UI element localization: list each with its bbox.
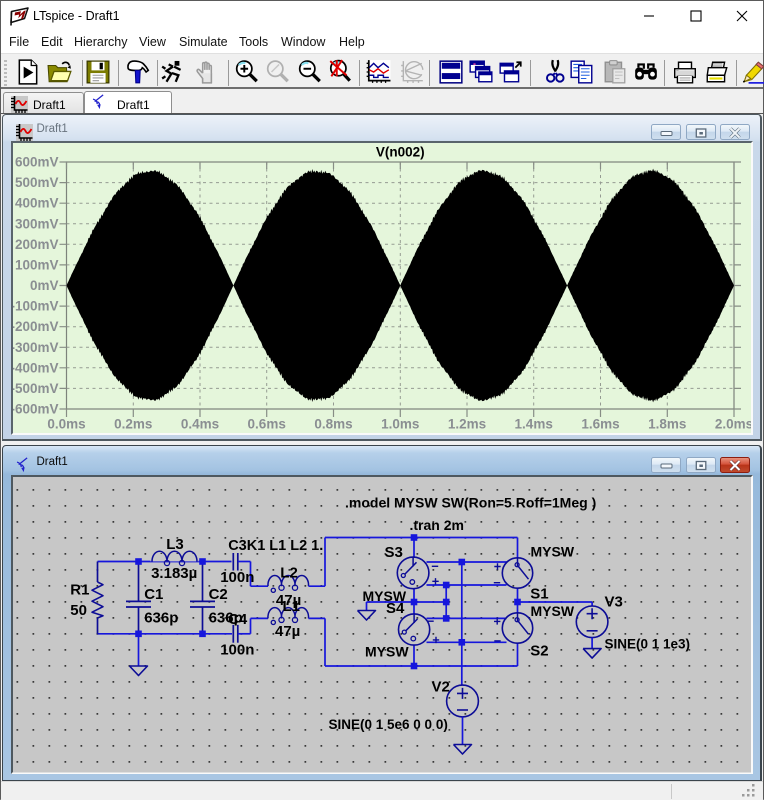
svg-text:0.0ms: 0.0ms	[47, 417, 85, 432]
svg-text:C1: C1	[144, 586, 163, 603]
svg-text:0mV: 0mV	[29, 278, 58, 293]
svg-text:MYSW: MYSW	[530, 544, 574, 560]
svg-text:-100mV: -100mV	[13, 299, 59, 314]
svg-text:1.4ms: 1.4ms	[514, 417, 552, 432]
svg-text:L2: L2	[280, 564, 298, 581]
svg-text:100mV: 100mV	[14, 258, 58, 273]
svg-text:S3: S3	[384, 544, 402, 561]
svg-text:V(n002): V(n002)	[375, 145, 424, 160]
svg-text:S1: S1	[530, 586, 548, 603]
svg-text:L1: L1	[282, 598, 300, 615]
svg-text:100n: 100n	[220, 642, 254, 659]
svg-text:C2: C2	[208, 586, 227, 603]
svg-text:0.6ms: 0.6ms	[247, 417, 285, 432]
svg-text:V3: V3	[604, 594, 622, 611]
svg-text:V2: V2	[431, 678, 449, 695]
svg-text:-200mV: -200mV	[13, 319, 59, 334]
svg-text:C4: C4	[228, 611, 248, 628]
svg-text:.model MYSW SW(Ron=5 Roff=1Meg: .model MYSW SW(Ron=5 Roff=1Meg )	[345, 494, 596, 510]
svg-text:1.2ms: 1.2ms	[447, 417, 485, 432]
svg-text:400mV: 400mV	[14, 196, 58, 211]
svg-text:50: 50	[70, 602, 87, 619]
svg-text:L3: L3	[166, 536, 184, 553]
svg-text:1.6ms: 1.6ms	[581, 417, 619, 432]
svg-text:100n: 100n	[220, 569, 254, 586]
svg-text:-300mV: -300mV	[13, 340, 59, 355]
svg-text:S4: S4	[386, 600, 405, 617]
svg-text:47µ: 47µ	[275, 623, 300, 640]
svg-text:C3K1 L1 L2 1.: C3K1 L1 L2 1.	[228, 538, 323, 554]
svg-text:SINE(0 1 1e3): SINE(0 1 1e3)	[604, 637, 690, 652]
svg-text:600mV: 600mV	[14, 155, 58, 170]
svg-text:200mV: 200mV	[14, 237, 58, 252]
svg-text:.tran 2m: .tran 2m	[409, 517, 463, 533]
svg-text:SINE(0 1 5e6 0 0 0): SINE(0 1 5e6 0 0 0)	[328, 717, 447, 732]
svg-text:1.8ms: 1.8ms	[648, 417, 686, 432]
svg-text:1.0ms: 1.0ms	[381, 417, 419, 432]
svg-text:300mV: 300mV	[14, 217, 58, 232]
svg-text:-400mV: -400mV	[13, 361, 59, 376]
svg-text:MYSW: MYSW	[530, 603, 574, 619]
svg-text:500mV: 500mV	[14, 175, 58, 190]
svg-text:S2: S2	[530, 642, 548, 659]
svg-text:3.183µ: 3.183µ	[151, 565, 197, 582]
svg-text:0.8ms: 0.8ms	[314, 417, 352, 432]
svg-text:2.0ms: 2.0ms	[714, 417, 750, 432]
svg-text:636p: 636p	[144, 610, 178, 627]
svg-text:MYSW: MYSW	[365, 644, 409, 660]
svg-text:R1: R1	[70, 581, 89, 598]
svg-text:-600mV: -600mV	[13, 402, 59, 417]
svg-text:0.4ms: 0.4ms	[180, 417, 218, 432]
svg-text:0.2ms: 0.2ms	[114, 417, 152, 432]
svg-text:-500mV: -500mV	[13, 381, 59, 396]
